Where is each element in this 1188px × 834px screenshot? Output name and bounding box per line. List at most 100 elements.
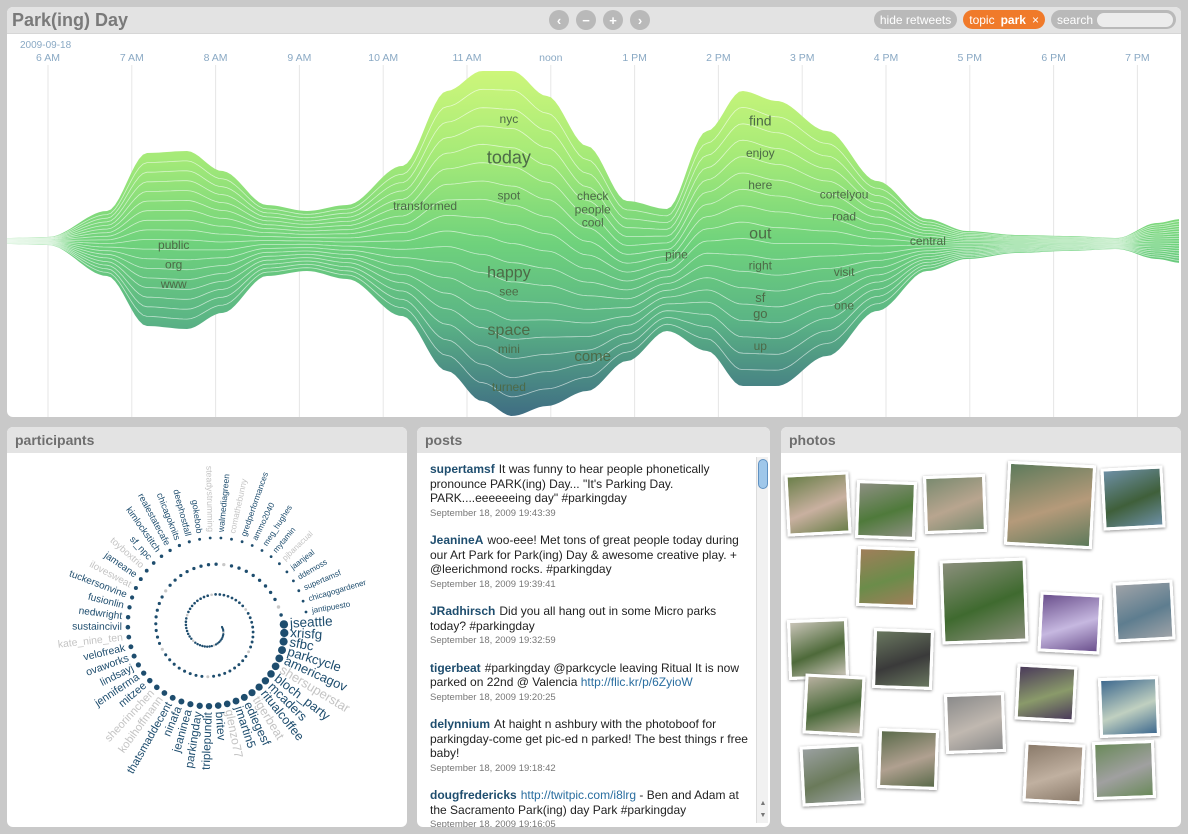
participant-name[interactable]: sustaincivil	[72, 621, 122, 632]
spiral-dot	[212, 644, 216, 647]
photo-thumbnail[interactable]	[1092, 739, 1156, 801]
photo-thumbnail[interactable]	[943, 691, 1007, 755]
photo-thumbnail[interactable]	[855, 479, 917, 541]
topic-word[interactable]: here	[748, 178, 772, 192]
topic-word[interactable]: people	[575, 202, 611, 216]
participant-spiral[interactable]: jseattlexrisfgsfbcparkcycleamericagovshe…	[57, 466, 367, 776]
topic-filter-chip[interactable]: topic park ×	[963, 10, 1045, 29]
photo-thumbnail[interactable]	[1037, 591, 1103, 655]
tick-label: 5 PM	[958, 52, 983, 64]
post-user-link[interactable]: supertamsf	[430, 462, 495, 476]
spiral-dot	[188, 672, 192, 676]
topic-word[interactable]: find	[749, 112, 772, 128]
post-link[interactable]: http://twitpic.com/i8lrg	[521, 788, 636, 802]
spiral-dot	[229, 564, 234, 568]
topic-word[interactable]: go	[753, 306, 767, 321]
spiral-dot	[276, 605, 281, 609]
topic-word[interactable]: spot	[498, 189, 521, 203]
participant-name[interactable]: britev	[213, 711, 229, 741]
topic-word[interactable]: happy	[487, 265, 531, 282]
photo-thumbnail[interactable]	[939, 557, 1029, 645]
photo-thumbnail[interactable]	[923, 473, 987, 535]
topic-word[interactable]: up	[754, 339, 768, 353]
participant-dot	[147, 677, 153, 684]
photo-thumbnail[interactable]	[1014, 663, 1078, 723]
topic-word[interactable]: public	[158, 238, 189, 252]
participant-dot	[128, 644, 134, 650]
participant-name[interactable]: steadystrumming	[204, 466, 215, 533]
tick-label: 6 PM	[1041, 52, 1066, 64]
posts-panel: posts supertamsf It was funny to hear peo…	[417, 427, 770, 827]
posts-scrollbar[interactable]: ▲ ▼	[756, 457, 768, 823]
spiral-dot	[155, 608, 159, 612]
topic-word[interactable]: turned	[492, 380, 526, 394]
topic-word[interactable]: nyc	[500, 112, 519, 126]
spiral-dot	[249, 645, 253, 649]
photo-thumbnail[interactable]	[784, 471, 852, 537]
topic-word[interactable]: road	[832, 210, 856, 224]
photo-thumbnail[interactable]	[1003, 460, 1097, 550]
hide-retweets-button[interactable]: hide retweets	[873, 10, 958, 29]
post-user-link[interactable]: JeanineA	[430, 533, 483, 547]
scroll-down-icon[interactable]: ▼	[757, 811, 769, 821]
post-user-link[interactable]: dougfredericks	[430, 788, 517, 802]
photo-thumbnail[interactable]	[799, 743, 865, 807]
next-button[interactable]: ›	[630, 10, 650, 30]
topic-word[interactable]: space	[488, 322, 531, 339]
spiral-dot	[218, 593, 222, 596]
topic-word[interactable]: cortelyou	[820, 188, 869, 202]
topic-word[interactable]: visit	[834, 265, 855, 279]
topic-word[interactable]: out	[749, 226, 772, 243]
topic-word[interactable]: come	[574, 348, 611, 365]
photo-thumbnail[interactable]	[1112, 579, 1176, 643]
post-user-link[interactable]: delynnium	[430, 717, 490, 731]
post-body: delynnium At haight n ashbury with the ph…	[430, 717, 754, 761]
topic-word[interactable]: central	[910, 234, 946, 248]
post-user-link[interactable]: tigerbeat	[430, 661, 481, 675]
spiral-dot	[154, 615, 158, 619]
participant-dot	[141, 670, 147, 676]
topic-word[interactable]: org	[165, 258, 182, 272]
photo-thumbnail[interactable]	[876, 727, 940, 791]
topic-word[interactable]: today	[487, 147, 531, 167]
titlebar: Park(ing) Day ‹ − + › hide retweets topi…	[7, 7, 1181, 34]
topic-word[interactable]: www	[160, 277, 187, 291]
prev-button[interactable]: ‹	[549, 10, 569, 30]
zoom-out-button[interactable]: −	[576, 10, 596, 30]
photo-thumbnail[interactable]	[786, 617, 850, 681]
streamgraph-svg[interactable]: 2009-09-186 AM 7 AM 8 AM 9 AM 10 AM 11 AM noon…	[7, 35, 1181, 417]
search-input[interactable]	[1097, 12, 1173, 27]
spiral-dot	[157, 641, 162, 645]
participant-dot	[138, 577, 143, 582]
tick-label: 2 PM	[706, 52, 731, 64]
topic-word[interactable]: transformed	[393, 199, 457, 213]
topic-word[interactable]: enjoy	[746, 146, 775, 160]
topic-word[interactable]: sf	[755, 290, 766, 305]
photo-thumbnail[interactable]	[802, 673, 866, 737]
topic-word[interactable]: one	[834, 298, 854, 312]
photo-thumbnail[interactable]	[855, 545, 919, 609]
photo-thumbnail[interactable]	[1097, 675, 1161, 739]
topic-word[interactable]: right	[749, 259, 773, 273]
scroll-up-icon[interactable]: ▲	[757, 799, 769, 809]
participant-dot	[278, 646, 286, 655]
photo-thumbnail[interactable]	[1100, 465, 1166, 531]
photo-thumbnail[interactable]	[1022, 741, 1086, 805]
topic-word[interactable]: cool	[582, 216, 604, 230]
topic-word[interactable]: see	[499, 284, 519, 298]
spiral-dot	[202, 595, 206, 599]
topic-word[interactable]: pine	[665, 248, 688, 262]
topic-word[interactable]: mini	[498, 342, 520, 356]
post-link[interactable]: http://flic.kr/p/6ZyioW	[581, 675, 693, 689]
post-user-link[interactable]: JRadhirsch	[430, 604, 495, 618]
scroll-thumb[interactable]	[758, 459, 768, 489]
streamgraph[interactable]: 2009-09-18 6 AM 7 AM 8 AM 9 AM 10 AM 11 AM noon…	[7, 35, 1181, 417]
photo-thumbnail[interactable]	[871, 627, 935, 691]
participants-spiral[interactable]: jseattlexrisfgsfbcparkcycleamericagovshe…	[7, 453, 407, 827]
zoom-in-button[interactable]: +	[603, 10, 623, 30]
topic-word[interactable]: check	[577, 189, 609, 203]
participant-dot	[151, 561, 156, 565]
spiral-dot	[230, 596, 234, 600]
close-icon[interactable]: ×	[1032, 13, 1039, 27]
spiral-dot	[194, 673, 198, 677]
